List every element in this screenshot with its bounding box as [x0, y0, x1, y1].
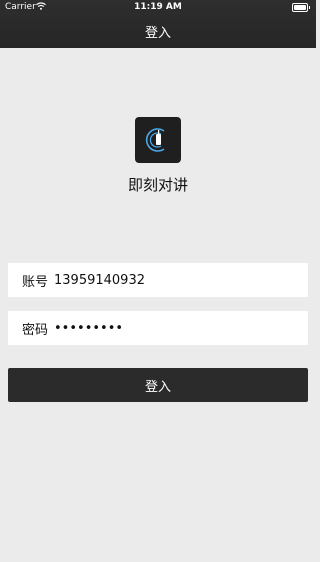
account-field[interactable]: 账号 [8, 263, 308, 297]
status-time: 11:19 AM [134, 2, 182, 12]
account-label: 账号 [22, 274, 49, 290]
navigation-bar: Carrier 11:19 AM 登入 [0, 0, 316, 48]
walkie-talkie-icon [145, 128, 165, 152]
page-title: 登入 [144, 26, 171, 41]
login-button[interactable]: 登入 [8, 368, 308, 402]
battery-icon [292, 3, 310, 12]
account-input[interactable] [54, 272, 275, 288]
app-logo [135, 117, 181, 163]
password-field[interactable]: 密码 [8, 311, 308, 345]
status-bar: Carrier 11:19 AM [0, 0, 316, 16]
password-input[interactable] [54, 320, 275, 336]
app-name: 即刻对讲 [127, 176, 188, 194]
password-label: 密码 [22, 322, 49, 338]
